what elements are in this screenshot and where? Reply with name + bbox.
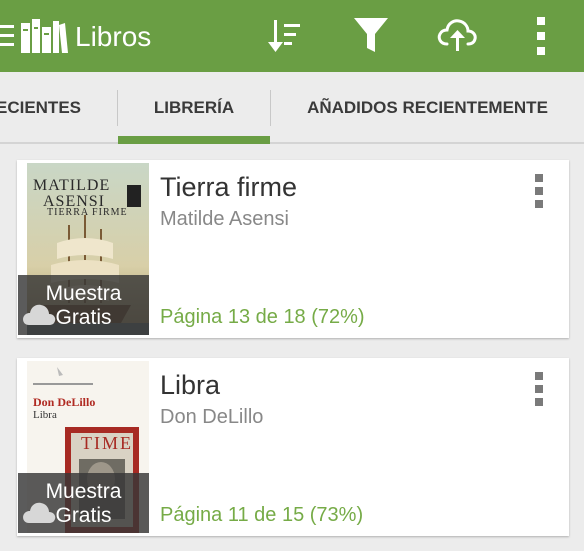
books-icon[interactable] (20, 17, 68, 55)
cover-title-line1: Don DeLillo (33, 395, 96, 409)
book-title: Libra (160, 370, 221, 400)
app-title: Libros (75, 21, 152, 52)
tab-anadidos-recientemente[interactable]: AÑADIDOS RECIENTEMENTE (271, 72, 584, 144)
free-sample-badge[interactable]: Muestra Gratis (18, 275, 149, 335)
cover-title-line3: TIERRA FIRME (47, 207, 128, 218)
tab-libreria[interactable]: LIBRERÍA (118, 72, 270, 144)
app-toolbar: Libros (0, 0, 584, 72)
cover-title-line2: Libra (33, 409, 57, 421)
reading-progress: Página 13 de 18 (72%) (160, 306, 365, 328)
filter-icon[interactable] (354, 18, 388, 54)
book-overflow-menu-icon[interactable] (532, 174, 546, 208)
sort-icon[interactable] (268, 18, 304, 54)
book-author: Matilde Asensi (160, 208, 289, 230)
cloud-download-icon (21, 501, 57, 531)
tab-recientes[interactable]: RECIENTES (0, 72, 117, 144)
book-card[interactable]: Don DeLillo Libra TIME Muestra Gratis Li… (17, 358, 569, 536)
free-sample-badge[interactable]: Muestra Gratis (18, 473, 149, 533)
menu-icon[interactable] (0, 22, 16, 50)
book-card[interactable]: MATILDE ASENSI TIERRA FIRME Muestra Grat… (17, 160, 569, 338)
overflow-menu-icon[interactable] (535, 17, 547, 55)
book-overflow-menu-icon[interactable] (532, 372, 546, 406)
tab-libreria-label: LIBRERÍA (153, 98, 235, 117)
tab-bar: RECIENTES LIBRERÍA AÑADIDOS RECIENTEMENT… (0, 72, 584, 144)
active-tab-indicator (118, 136, 270, 144)
cloud-download-icon (21, 303, 57, 333)
book-author: Don DeLillo (160, 406, 264, 428)
book-title: Tierra firme (160, 172, 298, 202)
cloud-upload-icon[interactable] (437, 18, 477, 52)
reading-progress: Página 11 de 15 (73%) (160, 504, 364, 526)
tab-anadidos-label: AÑADIDOS RECIENTEMENTE (307, 98, 548, 117)
cover-title-line3: TIME (81, 433, 133, 453)
tab-recientes-label: RECIENTES (0, 98, 81, 117)
